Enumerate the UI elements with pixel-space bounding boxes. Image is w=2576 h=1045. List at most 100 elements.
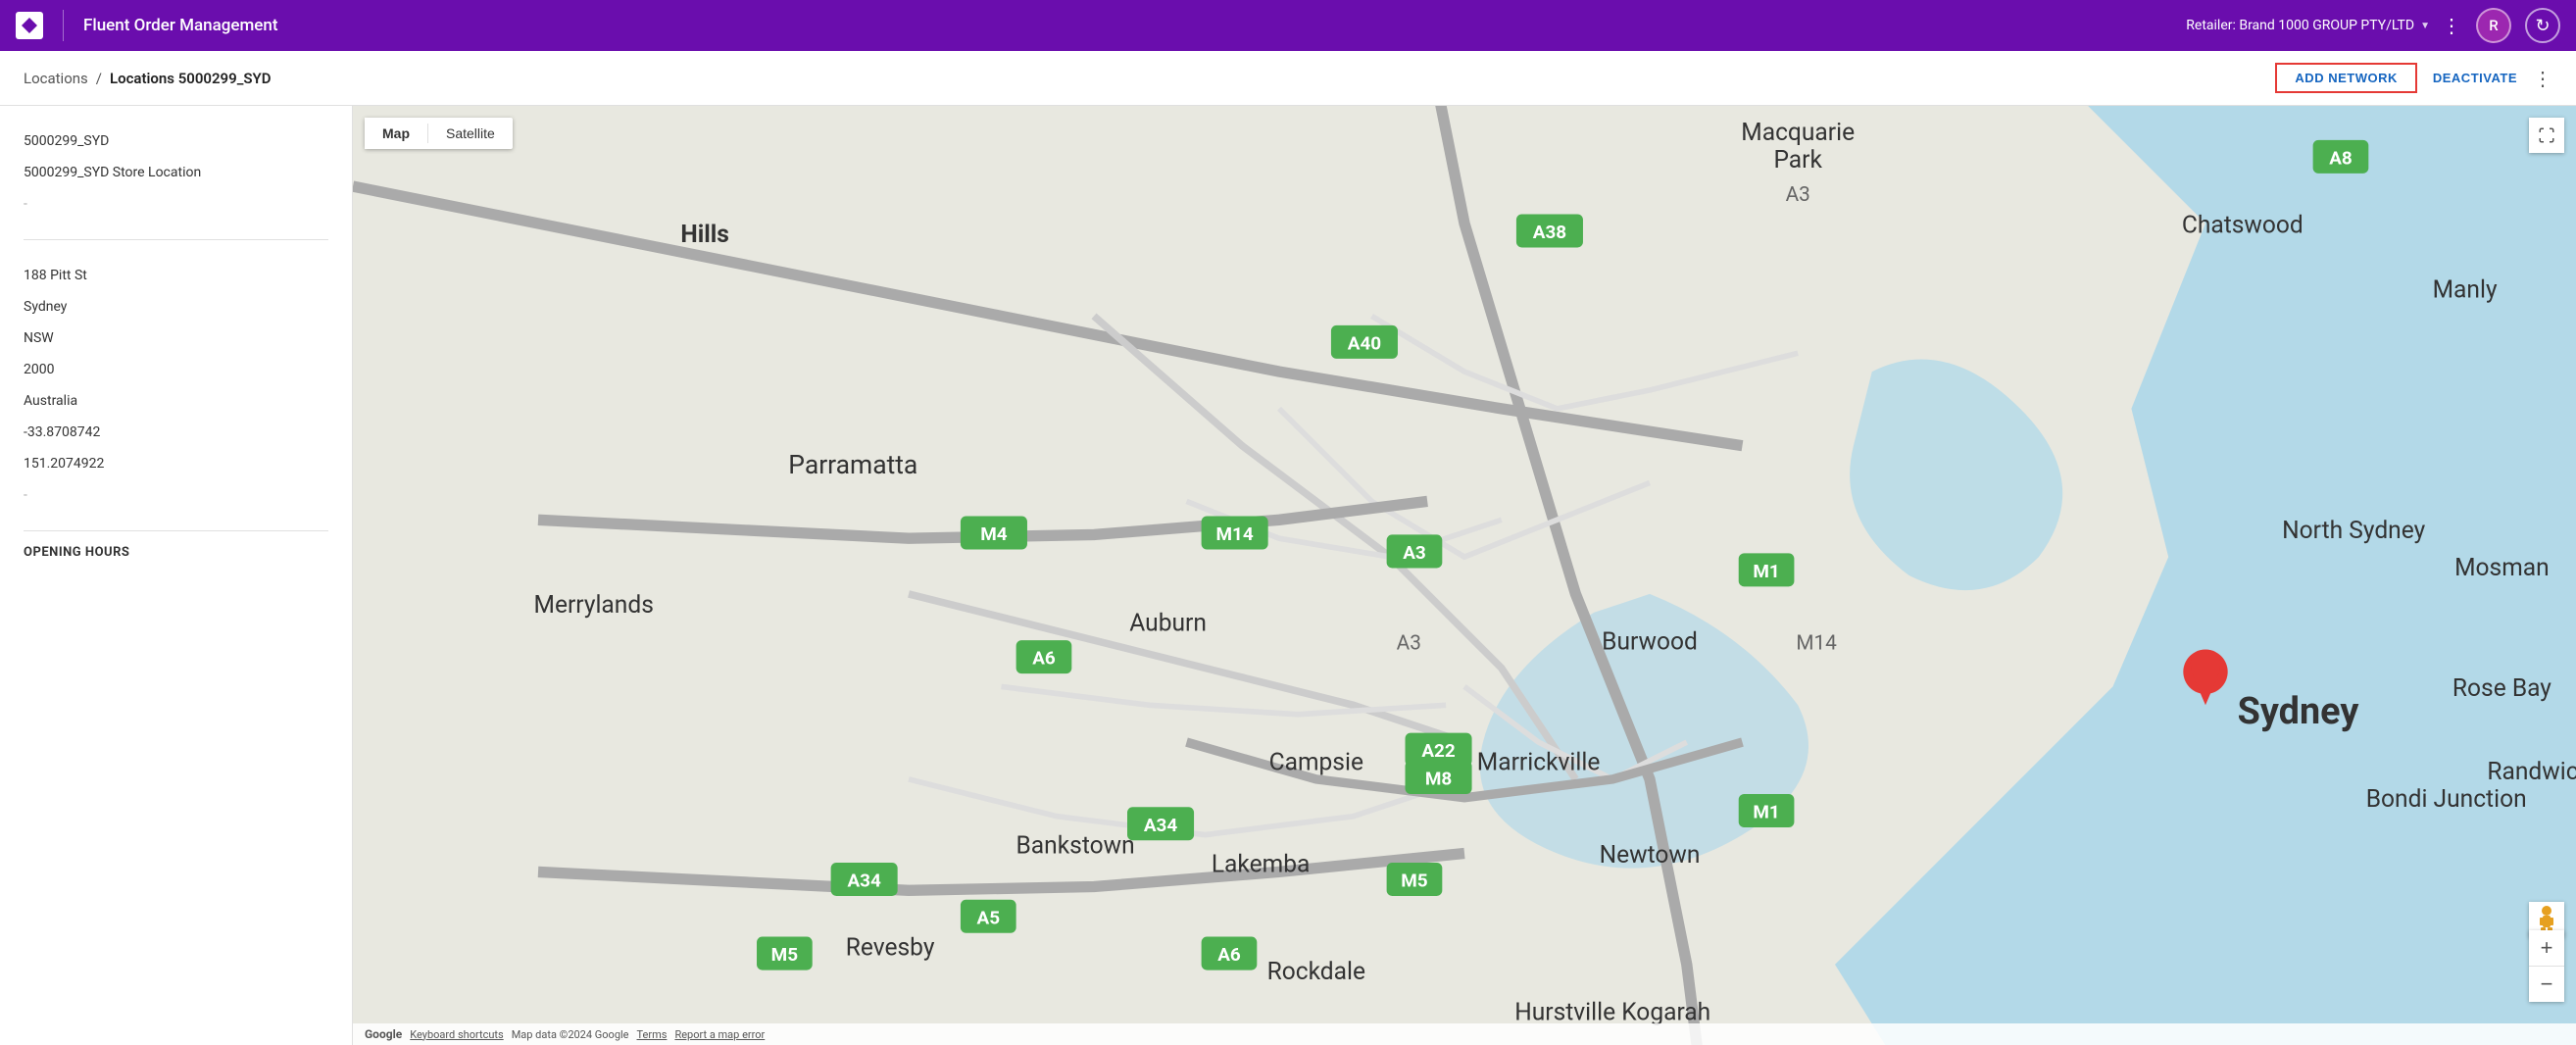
svg-text:Randwick: Randwick: [2487, 757, 2576, 785]
svg-text:A34: A34: [847, 870, 881, 892]
svg-text:M1: M1: [1753, 560, 1779, 582]
navbar-actions: ⋮ R ↻: [2442, 8, 2560, 43]
location-country: Australia: [24, 393, 328, 409]
avatar[interactable]: R: [2476, 8, 2511, 43]
svg-text:A38: A38: [1533, 221, 1566, 243]
refresh-icon[interactable]: ↻: [2525, 8, 2560, 43]
sub-header-more-icon[interactable]: ⋮: [2533, 67, 2552, 90]
svg-text:Hills: Hills: [680, 220, 728, 248]
app-title: Fluent Order Management: [83, 16, 2174, 35]
retailer-label: Retailer: Brand 1000 GROUP PTY/LTD: [2186, 18, 2414, 33]
deactivate-button[interactable]: DEACTIVATE: [2433, 71, 2517, 85]
more-options-icon[interactable]: ⋮: [2442, 14, 2462, 37]
svg-text:Bankstown: Bankstown: [1016, 831, 1135, 860]
svg-text:Campsie: Campsie: [1269, 747, 1363, 775]
google-logo: Google: [365, 1027, 402, 1041]
page-actions: ADD NETWORK DEACTIVATE ⋮: [2275, 63, 2552, 93]
map-zoom-in-button[interactable]: +: [2529, 930, 2564, 966]
main-content: 5000299_SYD 5000299_SYD Store Location -…: [0, 106, 2576, 1045]
svg-text:A3: A3: [1786, 183, 1810, 207]
svg-text:Manly: Manly: [2433, 275, 2498, 304]
svg-text:Marrickville: Marrickville: [1477, 747, 1601, 775]
navbar-divider: [63, 10, 64, 41]
navbar: Fluent Order Management Retailer: Brand …: [0, 0, 2576, 51]
breadcrumb: Locations / Locations 5000299_SYD: [24, 70, 272, 87]
map-fullscreen-button[interactable]: [2529, 118, 2564, 153]
svg-text:Park: Park: [1773, 145, 1822, 174]
svg-text:A3: A3: [1403, 541, 1426, 564]
map-tab-map[interactable]: Map: [365, 118, 427, 149]
svg-text:A5: A5: [977, 906, 1001, 928]
svg-text:A6: A6: [1217, 943, 1241, 966]
svg-text:Lakemba: Lakemba: [1212, 849, 1311, 877]
location-lng-row: 151.2074922: [24, 448, 328, 479]
report-link[interactable]: Report a map error: [674, 1028, 765, 1041]
location-address: 188 Pitt St: [24, 268, 328, 283]
map-panel: A38 A40 M4 A3 M14 A6 M8: [353, 106, 2576, 1045]
location-info-section: 5000299_SYD 5000299_SYD Store Location -: [0, 106, 352, 239]
location-lng: 151.2074922: [24, 456, 328, 472]
svg-text:Parramatta: Parramatta: [788, 450, 917, 480]
svg-text:Bondi Junction: Bondi Junction: [2366, 784, 2527, 813]
map-zoom-out-button[interactable]: −: [2529, 967, 2564, 1002]
location-state-row: NSW: [24, 323, 328, 354]
sub-header: Locations / Locations 5000299_SYD ADD NE…: [0, 51, 2576, 106]
location-address-row: 188 Pitt St: [24, 260, 328, 291]
map-tab-satellite[interactable]: Satellite: [428, 118, 513, 149]
svg-text:A3: A3: [1397, 632, 1421, 656]
svg-text:M14: M14: [1216, 522, 1254, 545]
location-ref: 5000299_SYD: [24, 133, 328, 149]
map-tab-controls: Map Satellite: [365, 118, 513, 149]
location-name: 5000299_SYD Store Location: [24, 165, 328, 180]
svg-text:M5: M5: [771, 943, 799, 966]
svg-text:A6: A6: [1032, 647, 1056, 670]
location-extra: -: [24, 487, 328, 503]
svg-text:Newtown: Newtown: [1600, 840, 1701, 869]
app-logo: [16, 12, 43, 39]
opening-hours-section-label: OPENING HOURS: [0, 531, 352, 573]
svg-text:M1: M1: [1753, 801, 1779, 823]
svg-text:A22: A22: [1421, 739, 1456, 762]
location-city: Sydney: [24, 299, 328, 315]
location-detail-panel: 5000299_SYD 5000299_SYD Store Location -…: [0, 106, 353, 1045]
svg-text:A8: A8: [2329, 146, 2353, 169]
svg-text:M4: M4: [980, 522, 1008, 545]
retailer-selector[interactable]: Retailer: Brand 1000 GROUP PTY/LTD ▼: [2186, 18, 2430, 33]
svg-text:Burwood: Burwood: [1602, 627, 1698, 656]
svg-text:Rose Bay: Rose Bay: [2452, 673, 2551, 702]
map-zoom-controls: + −: [2529, 930, 2564, 1002]
map-container[interactable]: A38 A40 M4 A3 M14 A6 M8: [353, 106, 2576, 1045]
map-data-label: Map data ©2024 Google: [512, 1028, 629, 1041]
breadcrumb-current: Locations 5000299_SYD: [110, 70, 272, 87]
location-lat-row: -33.8708742: [24, 417, 328, 448]
location-city-row: Sydney: [24, 291, 328, 323]
svg-text:A40: A40: [1348, 331, 1381, 354]
location-postcode: 2000: [24, 362, 328, 377]
add-network-button[interactable]: ADD NETWORK: [2275, 63, 2416, 93]
svg-text:Macquarie: Macquarie: [1741, 118, 1855, 146]
svg-text:North Sydney: North Sydney: [2282, 516, 2425, 544]
svg-text:Hurstville Kogarah: Hurstville Kogarah: [1514, 998, 1710, 1026]
keyboard-shortcuts-link[interactable]: Keyboard shortcuts: [410, 1028, 503, 1041]
breadcrumb-separator: /: [96, 70, 102, 87]
location-address-section: 188 Pitt St Sydney NSW 2000 Australia -3…: [0, 240, 352, 530]
svg-text:Rockdale: Rockdale: [1267, 957, 1365, 985]
location-type: -: [24, 196, 328, 212]
svg-text:Merrylands: Merrylands: [534, 590, 654, 619]
breadcrumb-parent[interactable]: Locations: [24, 70, 88, 87]
svg-text:A34: A34: [1144, 814, 1178, 836]
location-ref-row: 5000299_SYD: [24, 125, 328, 157]
location-state: NSW: [24, 330, 328, 346]
location-postcode-row: 2000: [24, 354, 328, 385]
svg-text:Revesby: Revesby: [846, 932, 935, 961]
svg-text:Mosman: Mosman: [2454, 553, 2550, 581]
svg-text:Chatswood: Chatswood: [2182, 210, 2304, 238]
map-footer: Google Keyboard shortcuts Map data ©2024…: [353, 1023, 2576, 1045]
svg-text:Sydney: Sydney: [2238, 690, 2359, 733]
location-lat: -33.8708742: [24, 424, 328, 440]
svg-text:M5: M5: [1401, 870, 1428, 892]
location-extra-row: -: [24, 479, 328, 511]
location-type-row: -: [24, 188, 328, 220]
terms-link[interactable]: Terms: [637, 1028, 668, 1041]
svg-text:M8: M8: [1425, 768, 1452, 790]
